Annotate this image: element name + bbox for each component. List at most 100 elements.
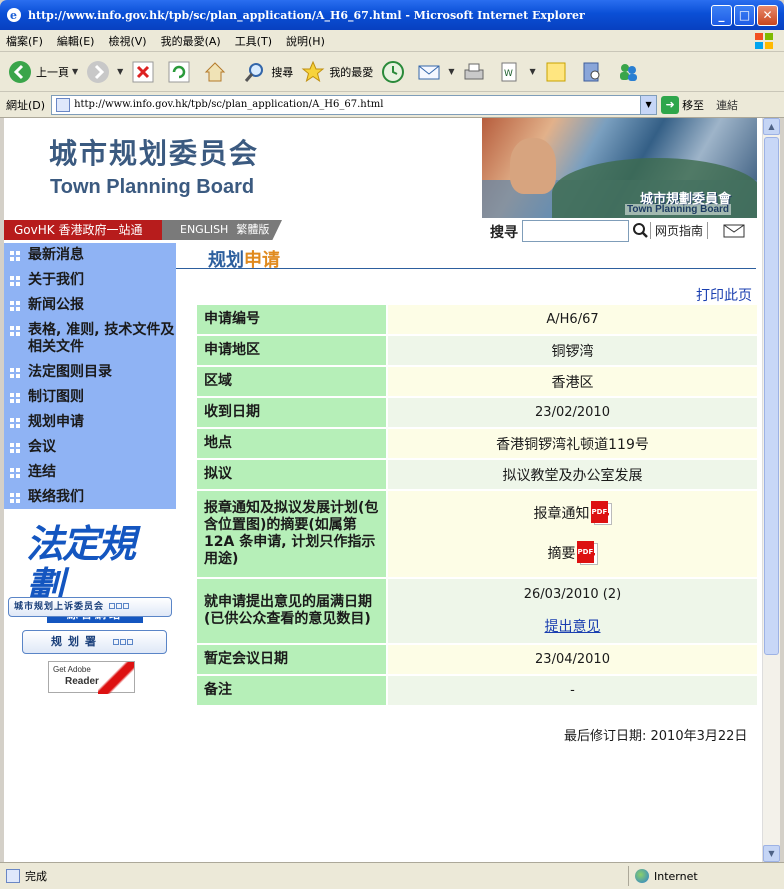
menu-view[interactable]: 檢視(V) [108,33,146,49]
sidebar-item-meetings[interactable]: 会议 [4,435,176,460]
header-banner-image: 城市規劃委員會 Town Planning Board [482,118,757,218]
home-button[interactable] [203,60,231,84]
square-icon [116,603,123,609]
sidebar-item-about[interactable]: 关于我们 [4,268,176,293]
row-value: 23/04/2010 [388,645,757,676]
mail-dropdown-icon[interactable]: ▼ [448,67,454,76]
menu-help[interactable]: 說明(H) [286,33,325,49]
menu-file[interactable]: 檔案(F) [6,33,43,49]
research-button[interactable] [580,60,608,84]
links-toolbar[interactable]: 連結 [716,97,738,113]
appeal-board-link[interactable]: 城市规划上诉委员会 [8,597,172,617]
get-adobe-reader-link[interactable]: Get Adobe Reader [48,661,135,694]
site-title-en[interactable]: Town Planning Board [50,176,254,199]
go-button[interactable]: ➜ 移至 [661,95,704,114]
search-button[interactable]: 搜尋 [243,60,293,84]
sidebar-item-plan-making[interactable]: 制订图则 [4,385,176,410]
row-key: 拟议 [197,460,388,491]
bullet-icon [10,301,20,311]
back-dropdown-icon[interactable]: ▼ [72,67,78,76]
discuss-button[interactable] [544,60,572,84]
ozp-logo-title: 法定規劃 [26,522,136,608]
sidebar-item-applications[interactable]: 规划申请 [4,410,176,435]
search-icon[interactable] [631,222,649,240]
sidebar-item-label: 制订图则 [28,389,84,405]
row-key: 申请地区 [197,336,388,367]
row-value: 香港区 [388,367,757,398]
menu-favorites[interactable]: 我的最愛(A) [161,33,221,49]
menu-tools[interactable]: 工具(T) [235,33,272,49]
planning-department-link[interactable]: 规划署 [22,630,167,654]
history-button[interactable] [381,60,409,84]
planning-department-label: 规划署 [51,635,102,648]
back-label: 上一頁 [36,65,69,79]
edit-dropdown-icon[interactable]: ▼ [529,67,535,76]
bullet-icon [10,418,20,428]
maximize-button[interactable]: □ [734,5,755,26]
pdf-icon[interactable] [590,501,612,525]
site-title-zh[interactable]: 城市规划委员会 [49,132,259,172]
page-viewport: 城市规划委员会 Town Planning Board 城市規劃委員會 Town… [4,118,762,862]
window-title: http://www.info.gov.hk/tpb/sc/plan_appli… [28,8,585,22]
printer-icon [464,63,484,79]
close-button[interactable]: ✕ [757,5,778,26]
pdf-icon[interactable] [576,541,598,565]
mail-icon[interactable] [723,224,745,238]
row-value: A/H6/67 [388,305,757,336]
govhk-link[interactable]: GovHK 香港政府一站通 [4,220,162,240]
row-key: 就申请提出意见的届满日期 (已供公众查看的意见数目) [197,579,388,645]
sidebar-item-news[interactable]: 最新消息 [4,243,176,268]
site-search-label: 搜寻 [490,225,518,241]
row-key: 备注 [197,676,388,707]
messenger-button[interactable] [616,60,644,84]
row-key: 区域 [197,367,388,398]
research-icon [583,62,600,81]
newspaper-notice-link[interactable]: 报章通知 [388,501,757,525]
favorites-button[interactable]: 我的最愛 [301,60,373,84]
bullet-icon [10,468,20,478]
edit-button[interactable]: W ▼ [498,60,536,84]
back-button[interactable]: 上一頁 ▼ [8,60,78,84]
print-page-link[interactable]: 打印此页 [696,285,752,305]
scrollbar-thumb[interactable] [764,137,779,655]
row-value: 香港铜锣湾礼顿道119号 [388,429,757,460]
site-search-input[interactable] [522,220,629,242]
sidebar-item-label: 联络我们 [28,489,84,505]
forward-button[interactable]: ▼ [86,60,123,84]
refresh-icon [168,61,190,82]
minimize-button[interactable]: _ [711,5,732,26]
banner-child [510,138,556,194]
home-icon [205,61,226,81]
favorites-label: 我的最愛 [329,65,374,79]
adobe-get-label: Get Adobe [53,665,91,674]
stop-button[interactable] [131,60,159,84]
mail-icon [418,65,440,79]
table-row: 地点 香港铜锣湾礼顿道119号 [197,429,757,460]
mail-button[interactable]: ▼ [417,60,454,84]
sidebar-item-contact[interactable]: 联络我们 [4,485,176,510]
gist-link[interactable]: 摘要 [388,541,757,565]
address-input[interactable]: http://www.info.gov.hk/tpb/sc/plan_appli… [51,94,658,115]
vertical-scrollbar[interactable]: ▲ ▼ [762,118,780,862]
menu-edit[interactable]: 編輯(E) [57,33,95,49]
go-arrow-icon: ➜ [661,95,680,114]
print-button[interactable] [462,60,490,84]
sidebar-item-forms[interactable]: 表格, 准则, 技术文件及相关文件 [4,318,176,360]
sidebar-item-plans-catalogue[interactable]: 法定图则目录 [4,360,176,385]
submit-comment-link[interactable]: 提出意见 [545,619,601,635]
sidebar-item-links[interactable]: 连结 [4,460,176,485]
bullet-icon [10,276,20,286]
forward-dropdown-icon[interactable]: ▼ [117,67,123,76]
address-dropdown-icon[interactable]: ▼ [640,95,657,114]
english-link[interactable]: ENGLISH [180,223,228,236]
sidebar-item-label: 最新消息 [28,247,84,263]
bullet-icon [10,443,20,453]
scroll-up-arrow-icon[interactable]: ▲ [763,118,780,135]
zone-label: Internet [654,869,698,883]
sitemap-link[interactable]: 网页指南 [650,222,709,239]
traditional-chinese-link[interactable]: 繁體版 [236,223,269,236]
sidebar-item-press[interactable]: 新闻公报 [4,293,176,318]
newspaper-notice-label: 报章通知 [533,506,590,522]
refresh-button[interactable] [167,60,195,84]
scroll-down-arrow-icon[interactable]: ▼ [763,845,780,862]
